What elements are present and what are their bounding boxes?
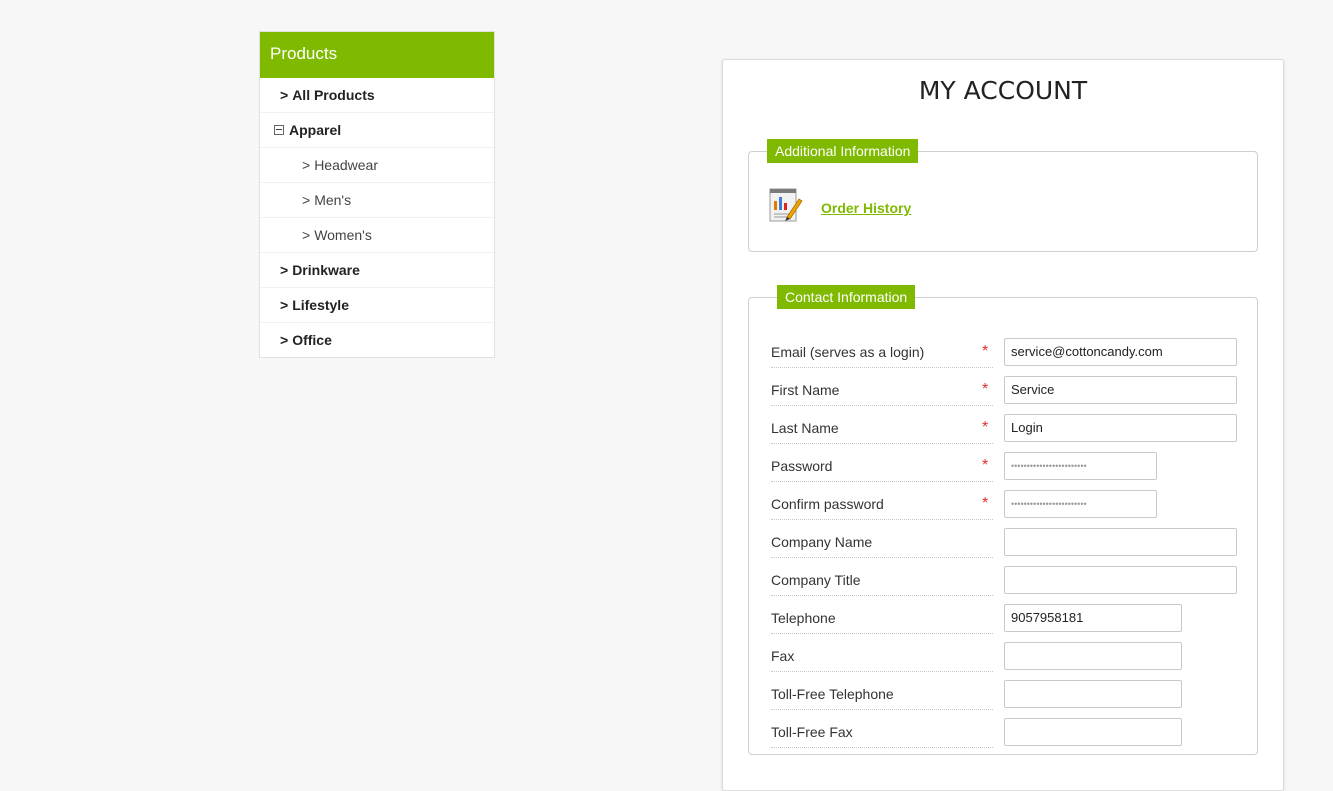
company-title-row: Company Title [771,565,1261,603]
telephone-field[interactable]: 9057958181 [1004,604,1182,632]
required-mark: * [982,495,989,512]
toll-free-telephone-field[interactable] [1004,680,1182,708]
sidebar-item-label: All Products [292,87,375,103]
confirm-password-row: Confirm password * •••••••••••••••••••••… [771,489,1261,527]
collapse-box-icon[interactable] [274,125,284,136]
last-name-field[interactable]: Login [1004,414,1237,442]
fax-row: Fax [771,641,1261,679]
company-name-label: Company Name [771,527,993,558]
chevron-right-icon: > [280,87,289,103]
chevron-right-icon: > [302,227,311,243]
sidebar-item-apparel[interactable]: Apparel [260,113,494,148]
last-name-row: Last Name * Login [771,413,1261,451]
chevron-right-icon: > [280,262,289,278]
sidebar-item-all-products[interactable]: > All Products [260,78,494,113]
required-mark: * [982,419,989,436]
company-title-field[interactable] [1004,566,1237,594]
fax-field[interactable] [1004,642,1182,670]
my-account-panel: MY ACCOUNT Additional Information Order … [722,59,1284,791]
company-name-row: Company Name [771,527,1261,565]
page-title: MY ACCOUNT [918,76,1088,105]
sidebar-item-mens[interactable]: > Men's [260,183,494,218]
additional-information-section: Additional Information Order History [748,139,1258,252]
chevron-right-icon: > [280,332,289,348]
email-label: Email (serves as a login) [771,337,993,368]
sidebar-item-label: Men's [314,192,352,208]
required-mark: * [982,457,989,474]
sidebar-item-womens[interactable]: > Women's [260,218,494,253]
chevron-right-icon: > [302,192,311,208]
required-mark: * [982,381,989,398]
fax-label: Fax [771,641,993,672]
last-name-label: Last Name [771,413,993,444]
sidebar-title: Products [260,32,494,78]
sidebar-item-label: Lifestyle [292,297,349,313]
toll-free-fax-row: Toll-Free Fax [771,717,1261,755]
sidebar-item-label: Headwear [314,157,379,173]
sidebar-item-drinkware[interactable]: > Drinkware [260,253,494,288]
toll-free-telephone-label: Toll-Free Telephone [771,679,993,710]
company-title-label: Company Title [771,565,993,596]
additional-information-legend: Additional Information [767,139,919,163]
first-name-label: First Name [771,375,993,406]
chevron-right-icon: > [302,157,311,173]
company-name-field[interactable] [1004,528,1237,556]
sidebar-item-label: Drinkware [292,262,360,278]
sidebar-item-headwear[interactable]: > Headwear [260,148,494,183]
contact-information-section: Contact Information Email (serves as a l… [748,285,1261,755]
sidebar-item-label: Apparel [289,122,342,138]
confirm-password-field[interactable]: •••••••••••••••••••••••• [1004,490,1157,518]
sidebar-item-office[interactable]: > Office [260,323,494,357]
toll-free-fax-field[interactable] [1004,718,1182,746]
telephone-label: Telephone [771,603,993,634]
order-history-icon[interactable] [769,183,803,229]
email-field[interactable]: service@cottoncandy.com [1004,338,1237,366]
telephone-row: Telephone 9057958181 [771,603,1261,641]
first-name-field[interactable]: Service [1004,376,1237,404]
email-row: Email (serves as a login) * service@cott… [771,337,1261,375]
contact-information-legend: Contact Information [777,285,916,309]
sidebar-item-label: Office [292,332,332,348]
password-row: Password * •••••••••••••••••••••••• [771,451,1261,489]
sidebar-item-label: Women's [314,227,372,243]
sidebar-item-lifestyle[interactable]: > Lifestyle [260,288,494,323]
products-sidebar: Products > All Products Apparel > Headwear… [259,31,495,358]
password-label: Password [771,451,993,482]
password-field[interactable]: •••••••••••••••••••••••• [1004,452,1157,480]
confirm-password-label: Confirm password [771,489,993,520]
toll-free-fax-label: Toll-Free Fax [771,717,993,748]
chevron-right-icon: > [280,297,289,313]
first-name-row: First Name * Service [771,375,1261,413]
required-mark: * [982,343,989,360]
order-history-link[interactable]: Order History [821,200,911,216]
toll-free-telephone-row: Toll-Free Telephone [771,679,1261,717]
